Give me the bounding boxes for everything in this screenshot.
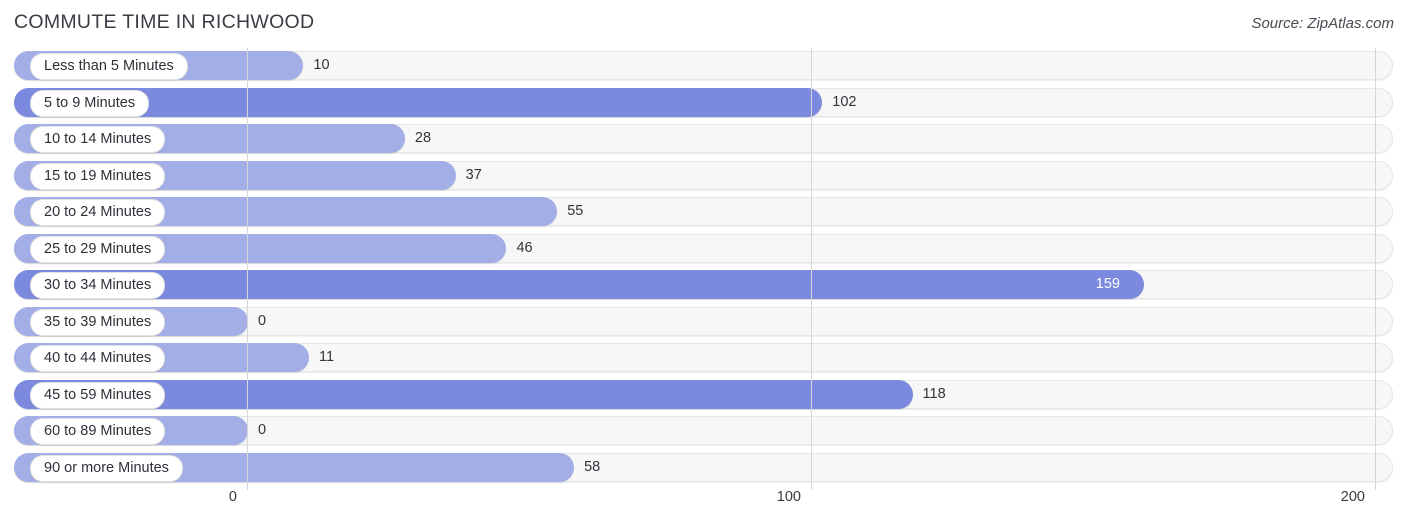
category-label: 15 to 19 Minutes — [30, 162, 166, 190]
bar-row: 20 to 24 Minutes 55 — [0, 194, 1406, 231]
category-label: Less than 5 Minutes — [30, 53, 188, 80]
category-label: 60 to 89 Minutes — [30, 418, 166, 445]
bar-value-label: 58 — [584, 458, 601, 475]
bar-value-label: 55 — [567, 203, 584, 219]
category-label: 5 to 9 Minutes — [30, 89, 150, 117]
bar-value-label: 28 — [414, 130, 432, 146]
category-label: 40 to 44 Minutes — [30, 345, 166, 372]
plot-area: Less than 5 Minutes 10 5 to 9 Minutes 102 10… — [0, 48, 1406, 490]
bar-row: 35 to 39 Minutes 0 — [0, 304, 1406, 341]
category-label: 30 to 34 Minutes — [30, 272, 166, 299]
bar-value-label: 37 — [465, 166, 482, 183]
bar-row: Less than 5 Minutes 10 — [0, 48, 1406, 85]
category-label: 90 or more Minutes — [30, 454, 183, 482]
bar-row: 15 to 19 Minutes 37 — [0, 158, 1406, 195]
bar-value-label: 46 — [516, 239, 533, 256]
category-label: 25 to 29 Minutes — [30, 235, 166, 263]
x-axis-tick-label: 200 — [1340, 489, 1365, 505]
bar-row: 25 to 29 Minutes 46 — [0, 231, 1406, 268]
bar-row: 60 to 89 Minutes 0 — [0, 413, 1406, 450]
chart-page: COMMUTE TIME IN RICHWOOD Source: ZipAtla… — [0, 0, 1406, 523]
bar-row: 10 to 14 Minutes 28 — [0, 121, 1406, 158]
x-axis: 0 100 200 — [0, 486, 1406, 523]
category-label: 35 to 39 Minutes — [30, 308, 166, 336]
category-label: 10 to 14 Minutes — [30, 126, 166, 153]
bar-row: 45 to 59 Minutes 118 — [0, 377, 1406, 414]
bar-value-label: 118 — [922, 385, 946, 402]
bar-row-list: Less than 5 Minutes 10 5 to 9 Minutes 102 10… — [0, 48, 1406, 486]
bar-value-label: 102 — [832, 93, 857, 110]
bar-row: 40 to 44 Minutes 11 — [0, 340, 1406, 377]
bar-fill[interactable] — [14, 270, 1144, 299]
source-attribution: Source: ZipAtlas.com — [1251, 15, 1394, 32]
bar-value-label: 159 — [1095, 276, 1120, 292]
bar-row: 5 to 9 Minutes 102 — [0, 85, 1406, 122]
bar-value-label: 0 — [258, 422, 267, 438]
page-title: COMMUTE TIME IN RICHWOOD — [14, 11, 315, 33]
category-label: 20 to 24 Minutes — [30, 199, 166, 226]
x-axis-tick-label: 0 — [228, 489, 237, 505]
bar-value-label: 11 — [319, 349, 335, 365]
bar-row: 90 or more Minutes 58 — [0, 450, 1406, 487]
bar-value-label: 0 — [258, 312, 267, 329]
bar-row: 30 to 34 Minutes 159 — [0, 267, 1406, 304]
bar-value-label: 10 — [313, 57, 330, 73]
x-axis-tick-label: 100 — [776, 489, 801, 505]
category-label: 45 to 59 Minutes — [30, 381, 166, 409]
